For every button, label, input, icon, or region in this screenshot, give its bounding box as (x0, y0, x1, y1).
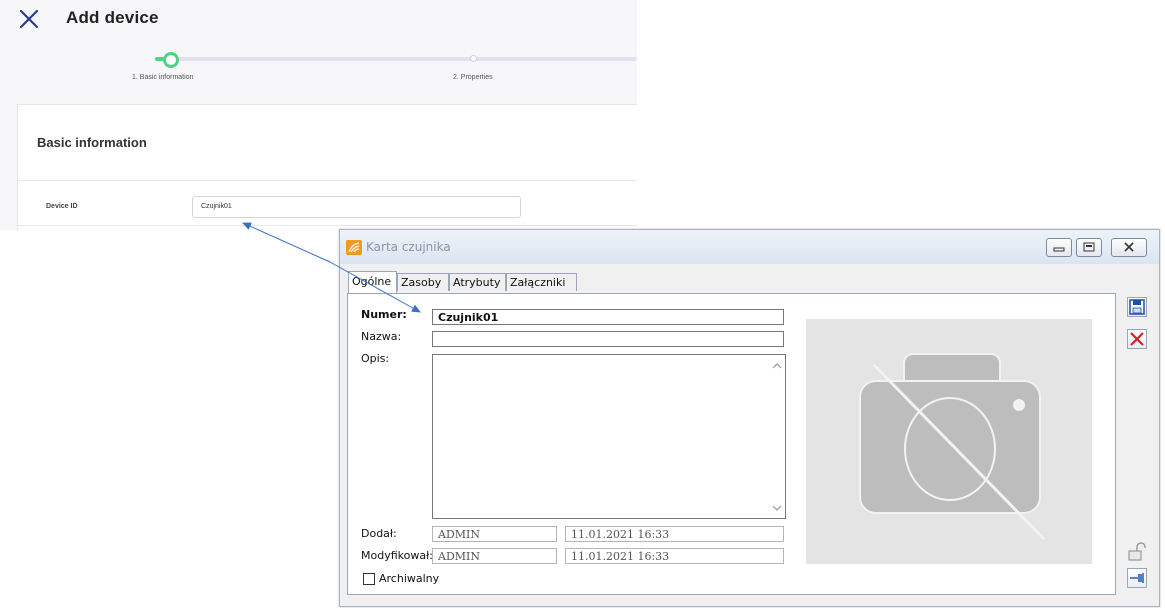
window-titlebar[interactable]: Karta czujnika (340, 230, 1159, 264)
close-icon (1124, 242, 1134, 252)
app-icon (346, 240, 362, 255)
device-id-input[interactable]: Czujnik01 (192, 196, 521, 218)
stepper: 1. Basic information 2. Properties (0, 42, 637, 96)
section-title: Basic information (37, 135, 147, 150)
photo-placeholder[interactable] (806, 319, 1092, 564)
delete-icon (1130, 332, 1144, 346)
camera-placeholder-icon (859, 353, 1046, 541)
karta-czujnika-window: Karta czujnika Ogólne Zasoby Atrybuty Za… (339, 229, 1160, 607)
minimize-icon (1053, 247, 1065, 252)
scroll-up-icon[interactable] (772, 361, 782, 371)
pin-button[interactable] (1127, 568, 1147, 588)
modyfikowal-user-value: ADMIN (438, 550, 480, 563)
tab-zalaczniki[interactable]: Załączniki (506, 273, 577, 291)
numer-label: Numer: (361, 308, 407, 321)
step-1-label: 1. Basic information (132, 74, 194, 81)
dodal-label: Dodał: (361, 527, 397, 540)
modyfikowal-date-field: 11.01.2021 16:33 (565, 548, 784, 564)
modyfikowal-label: Modyfikował: (361, 549, 433, 562)
dodal-user-field: ADMIN (432, 526, 557, 542)
device-id-label: Device ID (46, 203, 78, 210)
step-2-label: 2. Properties (453, 74, 493, 81)
device-id-value: Czujnik01 (201, 203, 232, 210)
maximize-button[interactable] (1076, 238, 1102, 257)
tab-ogolne[interactable]: Ogólne (348, 271, 397, 293)
step-1-indicator[interactable] (163, 52, 179, 68)
tab-atrybuty[interactable]: Atrybuty (449, 273, 506, 291)
delete-button[interactable] (1127, 329, 1147, 349)
divider (18, 180, 637, 181)
save-button[interactable] (1127, 297, 1147, 317)
divider (18, 225, 637, 226)
dodal-date-value: 11.01.2021 16:33 (571, 528, 670, 541)
save-icon (1129, 299, 1145, 315)
window-title: Karta czujnika (366, 240, 451, 254)
archiwalny-checkbox[interactable] (363, 573, 375, 585)
dodal-date-field: 11.01.2021 16:33 (565, 526, 784, 542)
nazwa-label: Nazwa: (361, 330, 402, 343)
step-2-indicator[interactable] (470, 55, 477, 62)
tab-zasoby[interactable]: Zasoby (397, 273, 449, 291)
archiwalny-label: Archiwalny (379, 572, 440, 585)
general-tab-content: Numer: Czujnik01 Nazwa: Opis: Dodał: ADM… (347, 293, 1116, 595)
add-device-panel: Add device 1. Basic information 2. Prope… (0, 0, 637, 230)
dodal-user-value: ADMIN (438, 528, 480, 541)
panel-header: Add device (0, 0, 637, 42)
lock-icon (1128, 542, 1146, 561)
close-icon[interactable] (18, 8, 40, 30)
nazwa-input[interactable] (432, 331, 784, 347)
modyfikowal-date-value: 11.01.2021 16:33 (571, 550, 670, 563)
maximize-icon (1083, 242, 1095, 252)
minimize-button[interactable] (1046, 238, 1072, 257)
numer-input[interactable]: Czujnik01 (432, 309, 784, 325)
numer-value: Czujnik01 (438, 311, 499, 324)
step-track (167, 57, 637, 61)
scroll-down-icon[interactable] (772, 503, 782, 513)
modyfikowal-user-field: ADMIN (432, 548, 557, 564)
pin-icon (1130, 573, 1144, 583)
basic-information-card: Basic information Device ID Czujnik01 (17, 104, 637, 230)
opis-label: Opis: (361, 352, 390, 365)
page-title: Add device (66, 8, 159, 27)
close-window-button[interactable] (1111, 238, 1147, 257)
opis-textarea[interactable] (432, 354, 786, 519)
lock-button[interactable] (1127, 542, 1147, 562)
